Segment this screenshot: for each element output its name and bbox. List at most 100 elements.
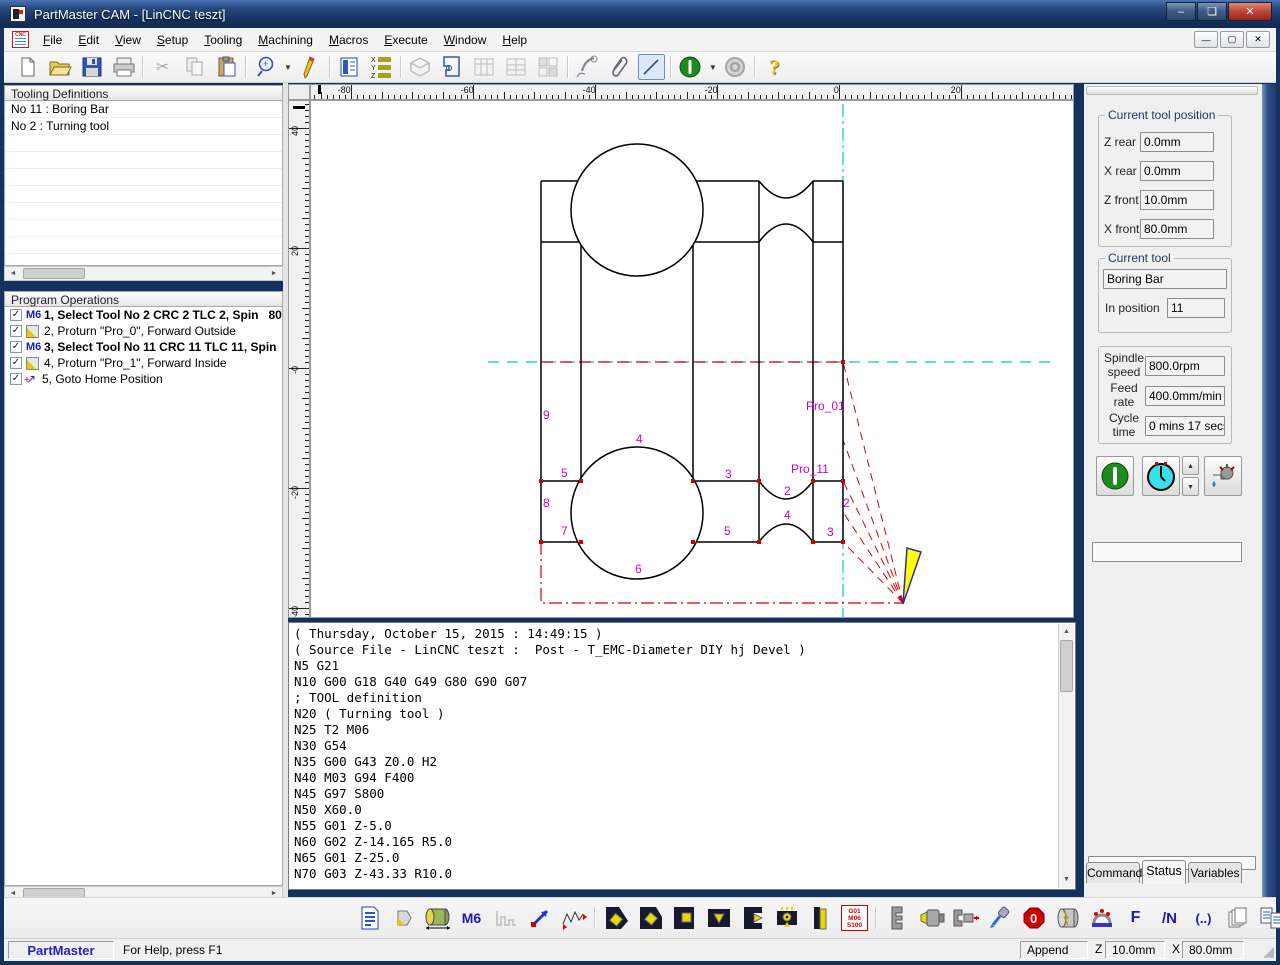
open-folder-icon[interactable] [46,54,73,80]
operation-checkbox[interactable]: ✓ [10,325,22,337]
tool-small-icon[interactable] [390,905,417,931]
gcode-doc-icon[interactable] [356,905,383,931]
zoom-dropdown-icon[interactable]: ▼ [284,63,292,72]
pencil-icon[interactable] [297,54,324,80]
copy-icon[interactable] [181,54,208,80]
resize-grip[interactable]: ◢ [1263,943,1274,960]
minimize-button[interactable]: – [1166,2,1196,21]
view-3d-icon[interactable] [407,54,434,80]
operation-row[interactable]: ✓M61, Select Tool No 2 CRC 2 TLC 2, Spin… [5,307,282,323]
z-rear-field[interactable]: 0.0mm [1140,132,1214,152]
program-list-icon[interactable] [336,54,363,80]
document-icon[interactable]: CNC [12,31,29,48]
menu-edit[interactable]: Edit [70,30,107,50]
scroll-down-icon[interactable]: ▼ [1060,873,1073,887]
scroll-thumb[interactable] [23,268,85,279]
power-off-icon[interactable] [722,54,749,80]
feather-icon[interactable] [574,54,601,80]
spindle-speed-field[interactable]: 800.0rpm [1145,356,1225,376]
override-down-button[interactable]: ▼ [1182,477,1199,496]
menu-machining[interactable]: Machining [250,30,321,50]
mdi-restore-button[interactable]: ▢ [1220,31,1244,48]
tab-variables[interactable]: Variables [1188,862,1242,883]
render-brush-icon[interactable] [986,905,1013,931]
gcode-block-icon[interactable]: G01 M06 S100 [841,905,868,931]
paste-icon[interactable] [213,54,240,80]
cycle-start-button[interactable] [1096,456,1134,496]
profile-teach-icon[interactable] [560,905,587,931]
tooling-item[interactable]: No 2 : Turning tool [5,118,282,135]
panel-grip[interactable] [1086,86,1258,95]
feed-override-dial-button[interactable] [1142,456,1180,496]
x-front-field[interactable]: 80.0mm [1140,219,1214,239]
feed-f-icon[interactable]: F [1122,905,1149,931]
table-2-icon[interactable] [503,54,530,80]
help-icon[interactable]: ? [761,54,788,80]
program-operations-list[interactable]: ✓M61, Select Tool No 2 CRC 2 TLC 2, Spin… [4,307,283,886]
scroll-right-icon[interactable]: ► [267,268,281,279]
chuck-icon[interactable] [884,905,911,931]
gcode-text[interactable]: ( Thursday, October 15, 2015 : 14:49:15 … [294,626,1057,887]
menu-view[interactable]: View [107,30,149,50]
feed-rate-field[interactable]: 400.0mm/min [1145,386,1225,406]
menu-file[interactable]: File [35,30,70,50]
steady-rest-icon[interactable] [1088,905,1115,931]
tooling-item[interactable]: No 11 : Boring Bar [5,101,282,118]
in-position-field[interactable]: 11 [1167,298,1225,318]
pages-icon[interactable] [1224,905,1251,931]
tab-command[interactable]: Command [1086,862,1140,883]
block-number-icon[interactable]: /N [1156,905,1183,931]
chuck-eject-icon[interactable] [952,905,979,931]
tooling-definitions-list[interactable]: No 11 : Boring BarNo 2 : Turning tool [4,101,283,266]
right-dock-splitter[interactable] [1262,84,1276,938]
operation-row[interactable]: ✓4, Proturn "Pro_1", Forward Inside [5,355,282,371]
partoff-tool-icon[interactable] [807,905,834,931]
cut-icon[interactable]: ✂ [149,54,176,80]
paperclip-icon[interactable] [606,54,633,80]
new-doc-icon[interactable] [14,54,41,80]
power-on-icon[interactable] [677,54,704,80]
turn-tool-outside-icon[interactable] [603,905,630,931]
zoom-icon[interactable]: + [252,54,279,80]
menu-help[interactable]: Help [494,30,535,50]
machine-outline-icon[interactable] [439,54,466,80]
menu-window[interactable]: Window [436,30,495,50]
copy-pages-icon[interactable] [1258,905,1280,931]
operation-checkbox[interactable]: ✓ [10,357,22,369]
face-tool-icon[interactable] [739,905,766,931]
print-icon[interactable] [110,54,137,80]
billet-flash-icon[interactable] [1054,905,1081,931]
operation-row[interactable]: ✓↗5, Goto Home Position [5,371,282,387]
gcode-output-panel[interactable]: ( Thursday, October 15, 2015 : 14:49:15 … [288,622,1076,890]
operation-checkbox[interactable]: ✓ [10,341,22,353]
override-up-button[interactable]: ▲ [1182,456,1199,475]
mdi-minimize-button[interactable]: — [1194,31,1218,48]
operation-checkbox[interactable]: ✓ [10,309,22,321]
tab-status[interactable]: Status [1142,860,1186,884]
message-field[interactable] [1092,542,1242,562]
bore-tool-icon[interactable] [671,905,698,931]
grid-icon[interactable] [535,54,562,80]
scroll-thumb[interactable] [1060,640,1073,692]
operation-checkbox[interactable]: ✓ [10,373,22,385]
restore-button[interactable]: ❏ [1197,2,1227,21]
menu-tooling[interactable]: Tooling [196,30,250,50]
current-tool-field[interactable]: Boring Bar [1103,269,1227,289]
mdi-close-button[interactable]: ✕ [1246,31,1270,48]
drawing-canvas[interactable]: 9453Pro_01Pro_1122847536 [310,100,1074,618]
coolant-button[interactable] [1204,456,1242,496]
goto-position-icon[interactable] [526,905,553,931]
menu-setup[interactable]: Setup [149,30,196,50]
tailstock-drill-icon[interactable] [918,905,945,931]
scroll-up-icon[interactable]: ▲ [1060,625,1073,639]
xyz-list-icon[interactable]: XYZ [368,54,395,80]
groove-tool-icon[interactable] [705,905,732,931]
z-front-field[interactable]: 10.0mm [1140,190,1214,210]
billet-icon[interactable] [424,905,451,931]
close-button[interactable]: ✕ [1228,2,1272,21]
stop-zero-icon[interactable]: 0 [1020,905,1047,931]
x-rear-field[interactable]: 0.0mm [1140,161,1214,181]
save-icon[interactable] [78,54,105,80]
operation-row[interactable]: ✓M63, Select Tool No 11 CRC 11 TLC 11, S… [5,339,282,355]
operation-row[interactable]: ✓2, Proturn "Pro_0", Forward Outside [5,323,282,339]
